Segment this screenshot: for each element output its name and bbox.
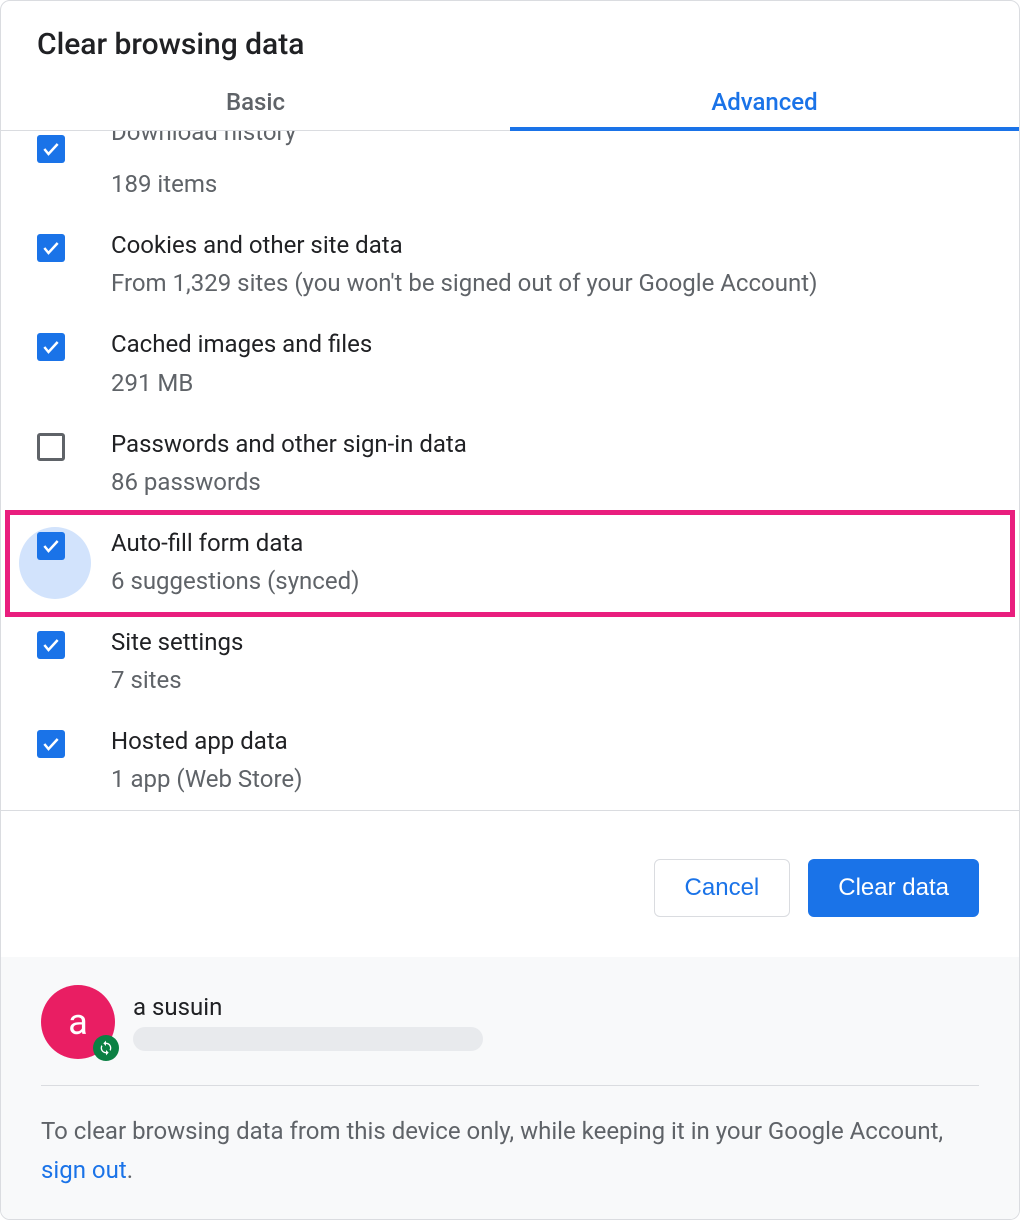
list-item[interactable]: Download history 189 items xyxy=(1,131,1019,216)
checkbox[interactable] xyxy=(37,135,65,163)
sync-icon xyxy=(93,1035,119,1061)
tab-basic[interactable]: Basic xyxy=(1,76,510,130)
list-item[interactable]: Passwords and other sign-in data 86 passw… xyxy=(1,415,1019,514)
list-item[interactable]: Cached images and files 291 MB xyxy=(1,315,1019,414)
item-subtitle: 86 passwords xyxy=(111,464,1001,500)
footer-text: To clear browsing data from this device … xyxy=(41,1112,979,1189)
checkbox[interactable] xyxy=(37,631,65,659)
item-texts: Auto-fill form data 6 suggestions (synced… xyxy=(97,528,1001,599)
checkbox-wrap xyxy=(37,726,97,758)
footer-text-before: To clear browsing data from this device … xyxy=(41,1117,943,1145)
account-row: a a susuin xyxy=(41,985,979,1086)
account-email-redacted xyxy=(133,1027,483,1051)
item-texts: Hosted app data 1 app (Web Store) xyxy=(97,726,1001,797)
item-title: Site settings xyxy=(111,627,1001,658)
item-title: Passwords and other sign-in data xyxy=(111,429,1001,460)
item-texts: Cached images and files 291 MB xyxy=(97,329,1001,400)
clear-data-button[interactable]: Clear data xyxy=(808,859,979,917)
item-title: Cached images and files xyxy=(111,329,1001,360)
cancel-button[interactable]: Cancel xyxy=(654,859,791,917)
checkbox-wrap xyxy=(37,429,97,461)
item-subtitle: 7 sites xyxy=(111,662,1001,698)
checkbox-wrap xyxy=(37,230,97,262)
clear-browsing-data-dialog: Clear browsing data Basic Advanced Downl… xyxy=(0,0,1020,1220)
avatar-initial: a xyxy=(68,1001,88,1043)
button-row: Cancel Clear data xyxy=(1,810,1019,957)
item-texts: Cookies and other site data From 1,329 si… xyxy=(97,230,1001,301)
item-title: Auto-fill form data xyxy=(111,528,1001,559)
footer: a a susuin To clear browsing data from t… xyxy=(1,957,1019,1219)
item-title: Download history xyxy=(111,131,1001,148)
checkbox[interactable] xyxy=(37,433,65,461)
sign-out-link[interactable]: sign out xyxy=(41,1156,127,1184)
checkbox[interactable] xyxy=(37,730,65,758)
item-title: Cookies and other site data xyxy=(111,230,1001,261)
checkbox[interactable] xyxy=(37,234,65,262)
item-subtitle: 1 app (Web Store) xyxy=(111,761,1001,797)
avatar: a xyxy=(41,985,115,1059)
item-texts: Site settings 7 sites xyxy=(97,627,1001,698)
item-subtitle: 291 MB xyxy=(111,365,1001,401)
item-subtitle: From 1,329 sites (you won't be signed ou… xyxy=(111,265,1001,301)
dialog-title: Clear browsing data xyxy=(1,1,1019,76)
list-item[interactable]: Hosted app data 1 app (Web Store) xyxy=(1,712,1019,810)
options-list: Download history 189 items Cookies and oth… xyxy=(1,131,1019,810)
item-subtitle: 189 items xyxy=(111,166,1001,202)
checkbox[interactable] xyxy=(37,532,65,560)
list-item[interactable]: Site settings 7 sites xyxy=(1,613,1019,712)
footer-text-after: . xyxy=(127,1156,133,1184)
tab-advanced[interactable]: Advanced xyxy=(510,76,1019,130)
account-texts: a susuin xyxy=(133,993,979,1051)
checkbox-wrap xyxy=(37,627,97,659)
item-texts: Download history 189 items xyxy=(97,131,1001,202)
checkbox[interactable] xyxy=(37,333,65,361)
account-name: a susuin xyxy=(133,993,979,1021)
list-item[interactable]: Auto-fill form data 6 suggestions (synced… xyxy=(1,514,1019,613)
item-texts: Passwords and other sign-in data 86 passw… xyxy=(97,429,1001,500)
checkbox-wrap xyxy=(37,131,97,163)
tabs: Basic Advanced xyxy=(1,76,1019,131)
item-subtitle: 6 suggestions (synced) xyxy=(111,563,1001,599)
checkbox-wrap xyxy=(37,329,97,361)
list-item[interactable]: Cookies and other site data From 1,329 si… xyxy=(1,216,1019,315)
item-title: Hosted app data xyxy=(111,726,1001,757)
